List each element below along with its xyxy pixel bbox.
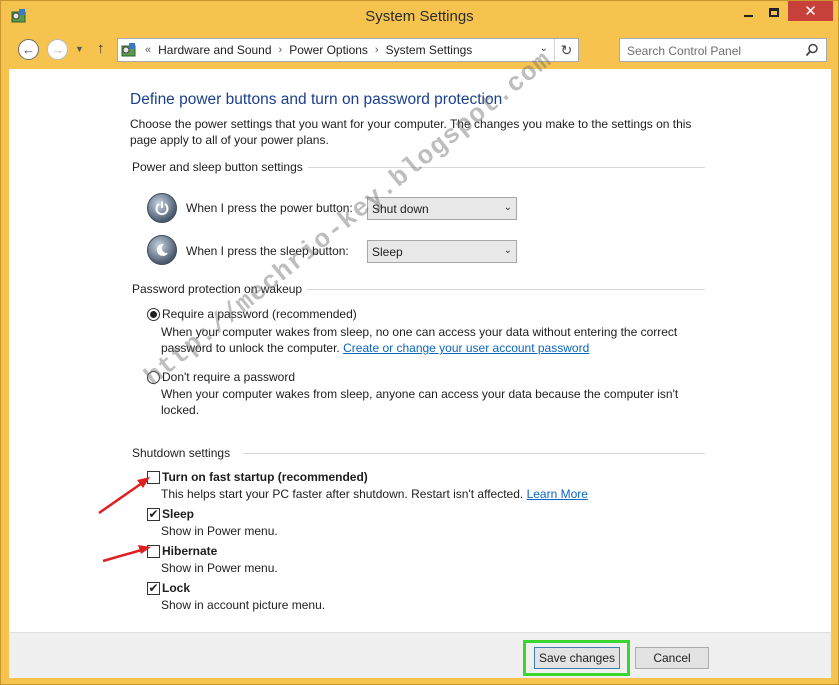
fast-startup-description: This helps start your PC faster after sh… [161,487,588,501]
section-title-power: Power and sleep button settings [132,160,303,174]
divider [243,453,705,454]
sleep-button-select[interactable]: Sleep ⌄ [367,240,517,263]
footer-bar: Save changes Cancel [9,632,831,678]
require-password-radio[interactable] [147,308,160,321]
save-changes-button[interactable]: Save changes [534,647,620,669]
hibernate-label[interactable]: Hibernate [162,544,217,558]
search-input[interactable]: Search Control Panel [627,44,741,58]
chevron-down-icon: ⌄ [503,245,512,256]
lock-description: Show in account picture menu. [161,598,326,612]
control-panel-icon [121,43,136,57]
forward-arrow-icon: → [51,42,64,57]
search-box[interactable]: Search Control Panel [619,38,827,62]
require-password-label[interactable]: Require a password (recommended) [162,307,357,321]
breadcrumb-hardware-and-sound[interactable]: Hardware and Sound [158,43,271,57]
address-bar[interactable]: « Hardware and Sound › Power Options › S… [117,38,579,62]
learn-more-link[interactable]: Learn More [527,487,588,501]
title-bar[interactable]: System Settings ✕ [1,1,838,32]
window: System Settings ✕ ← → ▼ ↑ « Hardware and… [0,0,839,685]
search-icon[interactable] [805,43,819,57]
lock-label[interactable]: Lock [162,581,190,595]
fast-startup-text: This helps start your PC faster after sh… [161,487,524,501]
power-button-label: When I press the power button: [186,201,353,215]
content-pane: Define power buttons and turn on passwor… [9,45,831,632]
create-password-link[interactable]: Create or change your user account passw… [343,341,589,355]
section-title-shutdown: Shutdown settings [132,446,231,460]
breadcrumb-overflow-icon[interactable]: « [145,44,151,56]
close-button[interactable]: ✕ [788,1,833,21]
power-button-icon [147,193,177,223]
minimize-icon [743,15,753,17]
dont-require-password-description: When your computer wakes from sleep, any… [161,387,679,417]
refresh-icon: ↻ [560,41,573,58]
lock-checkbox[interactable]: ✔ [147,582,160,595]
dont-require-password-radio[interactable] [147,371,160,384]
divider [308,167,705,168]
annotation-arrow-hibernate [102,545,151,563]
breadcrumb-power-options[interactable]: Power Options [289,43,368,57]
power-button-select[interactable]: Shut down ⌄ [367,197,517,220]
breadcrumb-system-settings[interactable]: System Settings [386,43,473,57]
cancel-button[interactable]: Cancel [635,647,709,669]
sleep-button-value: Sleep [372,245,403,259]
maximize-button[interactable] [761,1,787,23]
chevron-right-icon[interactable]: › [279,44,283,56]
hibernate-description: Show in Power menu. [161,561,278,575]
window-title: System Settings [365,8,474,25]
divider [307,289,705,290]
refresh-button[interactable]: ↻ [554,39,578,61]
sleep-description: Show in Power menu. [161,524,278,538]
section-title-password: Password protection on wakeup [132,282,303,296]
chevron-down-icon[interactable]: ⌄ [540,43,548,54]
annotation-arrow-fast-startup [98,477,150,515]
recent-locations-dropdown[interactable]: ▼ [75,44,84,54]
require-password-description: When your computer wakes from sleep, no … [161,324,701,356]
sleep-button-icon [147,235,177,265]
back-arrow-icon: ← [22,42,35,57]
checkmark-icon: ✔ [148,581,159,595]
power-button-value: Shut down [372,202,429,216]
up-arrow-button[interactable]: ↑ [97,40,105,57]
sleep-label[interactable]: Sleep [162,507,194,521]
minimize-button[interactable] [735,1,761,23]
page-title: Define power buttons and turn on passwor… [130,91,503,108]
dont-require-password-label[interactable]: Don't require a password [162,370,295,384]
close-icon: ✕ [804,2,817,20]
sleep-button-label: When I press the sleep button: [186,244,349,258]
page-description: Choose the power settings that you want … [130,117,692,147]
chevron-right-icon[interactable]: › [375,44,379,56]
back-button[interactable]: ← [18,39,39,60]
save-button-highlight: Save changes [523,640,630,676]
maximize-icon [769,7,779,17]
chevron-down-icon: ⌄ [503,202,512,213]
navigation-bar: ← → ▼ ↑ « Hardware and Sound › Power Opt… [9,35,831,65]
forward-button[interactable]: → [47,39,68,60]
fast-startup-label[interactable]: Turn on fast startup (recommended) [162,470,368,484]
